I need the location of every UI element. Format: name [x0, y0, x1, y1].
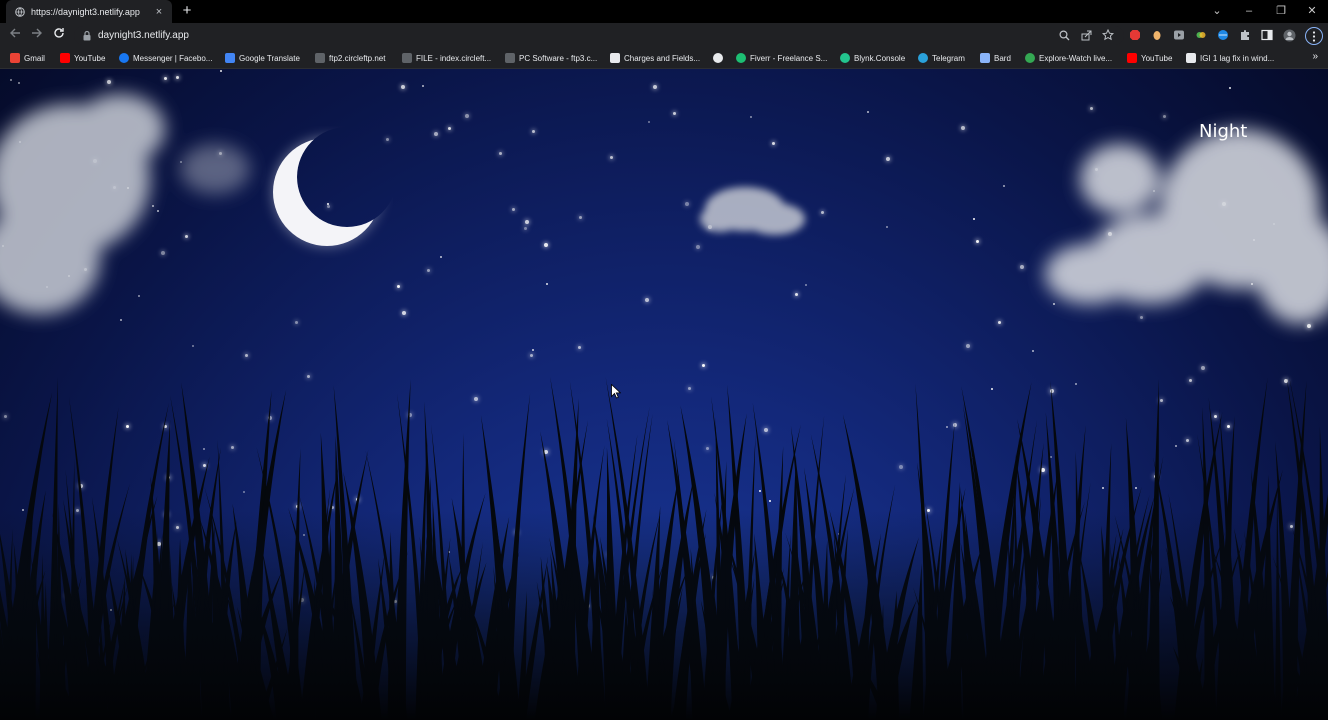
bookmark-bard[interactable]: Bard [980, 51, 1011, 65]
folder-icon [505, 53, 515, 63]
page-icon [1186, 53, 1196, 63]
blynk-icon [840, 53, 850, 63]
close-window-button[interactable]: ✕ [1297, 2, 1327, 20]
reload-icon[interactable] [51, 27, 67, 43]
tab-title: https://daynight3.netlify.app [31, 6, 140, 17]
facebook-icon [119, 53, 129, 63]
youtube-icon [1127, 53, 1137, 63]
bookmark-igi[interactable]: IGI 1 lag fix in wind... [1186, 51, 1274, 65]
sparkle-icon [980, 53, 990, 63]
extension-shield-icon[interactable] [1150, 28, 1164, 42]
profile-avatar-icon[interactable] [1282, 28, 1296, 42]
bookmarks-bar: Gmail YouTube Messenger | Facebo... Goog… [0, 48, 1328, 69]
grass-silhouette [0, 374, 1328, 720]
tab-search-icon[interactable]: ⌄ [1202, 2, 1232, 20]
globe-icon [15, 6, 25, 17]
toolbar: daynight3.netlify.app [0, 23, 1328, 48]
zoom-icon[interactable] [1057, 28, 1071, 42]
bookmark-file-index[interactable]: FILE - index.circleft... [402, 51, 491, 65]
tab-strip: https://daynight3.netlify.app × + ⌄ – ❐ … [0, 0, 1328, 23]
globe-icon [713, 53, 723, 63]
bookmark-star-icon[interactable] [1101, 28, 1115, 42]
bookmark-messenger[interactable]: Messenger | Facebo... [119, 51, 212, 65]
bookmark-gmail[interactable]: Gmail [10, 51, 45, 65]
close-tab-icon[interactable]: × [152, 6, 166, 18]
bookmark-pc-software[interactable]: PC Software - ftp3.c... [505, 51, 597, 65]
folder-icon [402, 53, 412, 63]
bookmark-globe[interactable] [713, 51, 727, 65]
restore-button[interactable]: ❐ [1266, 2, 1296, 20]
extensions-puzzle-icon[interactable] [1238, 28, 1252, 42]
extension-video-icon[interactable] [1172, 28, 1186, 42]
explore-icon [1025, 53, 1035, 63]
bookmark-telegram[interactable]: Telegram [918, 51, 965, 65]
forward-icon[interactable] [29, 27, 45, 43]
side-panel-icon[interactable] [1260, 28, 1274, 42]
extension-globe-icon[interactable] [1216, 28, 1230, 42]
bookmark-youtube-2[interactable]: YouTube [1127, 51, 1172, 65]
browser-tab[interactable]: https://daynight3.netlify.app × [6, 0, 172, 23]
chrome-menu-icon[interactable] [1305, 27, 1323, 45]
folder-icon [315, 53, 325, 63]
fiverr-icon [736, 53, 746, 63]
google-translate-icon [225, 53, 235, 63]
mouse-cursor-icon [611, 383, 622, 404]
bookmark-charges-fields[interactable]: Charges and Fields... [610, 51, 700, 65]
adblock-extension-icon[interactable] [1128, 28, 1142, 42]
youtube-icon [60, 53, 70, 63]
bookmark-explore[interactable]: Explore-Watch live... [1025, 51, 1112, 65]
page-icon [610, 53, 620, 63]
telegram-icon [918, 53, 928, 63]
night-sky-scene: Night [0, 69, 1328, 720]
lock-icon [82, 30, 92, 41]
extension-leaf-icon[interactable] [1194, 28, 1208, 42]
share-icon[interactable] [1079, 28, 1093, 42]
gmail-icon [10, 53, 20, 63]
bookmarks-overflow-icon[interactable]: » [1312, 51, 1318, 62]
bookmark-google-translate[interactable]: Google Translate [225, 51, 300, 65]
bookmark-ftp2[interactable]: ftp2.circleftp.net [315, 51, 385, 65]
minimize-button[interactable]: – [1234, 2, 1264, 20]
back-icon[interactable] [7, 27, 23, 43]
bookmark-youtube[interactable]: YouTube [60, 51, 105, 65]
address-bar[interactable]: daynight3.netlify.app [74, 26, 1124, 45]
bookmark-fiverr[interactable]: Fiverr - Freelance S... [736, 51, 827, 65]
bookmark-blynk[interactable]: Blynk.Console [840, 51, 905, 65]
url-text: daynight3.netlify.app [98, 30, 189, 41]
new-tab-button[interactable]: + [180, 3, 194, 19]
